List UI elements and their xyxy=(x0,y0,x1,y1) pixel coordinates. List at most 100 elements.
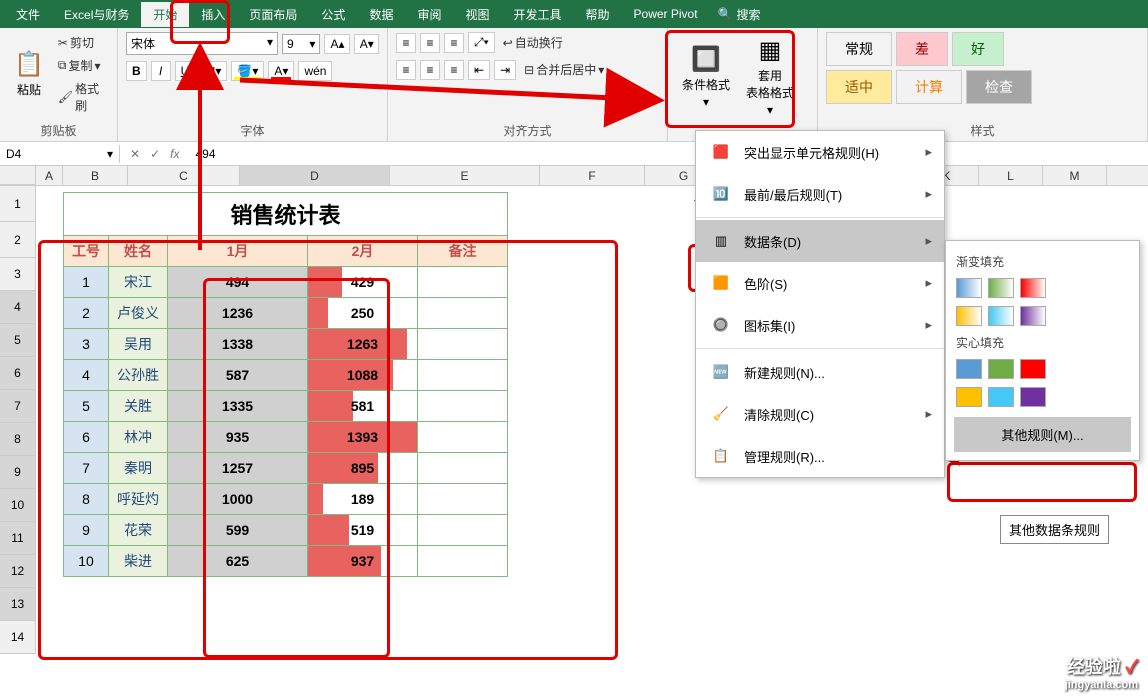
align-left-button[interactable]: ≡ xyxy=(396,60,416,80)
cell-name[interactable]: 宋江 xyxy=(109,267,168,298)
cell-month2[interactable]: 895 xyxy=(308,453,418,484)
menu-powerpivot[interactable]: Power Pivot xyxy=(622,3,710,25)
row-header[interactable]: 9 xyxy=(0,456,36,489)
italic-button[interactable]: I xyxy=(151,61,171,81)
search-box[interactable]: 🔍 搜索 xyxy=(718,6,761,23)
cell-month2[interactable]: 1088 xyxy=(308,360,418,391)
formula-input[interactable]: 494 xyxy=(189,147,221,161)
cf-clear-rules[interactable]: 🧹清除规则(C)▸ xyxy=(696,393,944,435)
cell-note[interactable] xyxy=(418,453,508,484)
db-grad-orange[interactable] xyxy=(956,306,982,326)
cell-month2[interactable]: 189 xyxy=(308,484,418,515)
cell-id[interactable]: 9 xyxy=(64,515,109,546)
db-grad-blue[interactable] xyxy=(956,278,982,298)
cell-month2[interactable]: 519 xyxy=(308,515,418,546)
cell-id[interactable]: 7 xyxy=(64,453,109,484)
row-header[interactable]: 14 xyxy=(0,621,36,654)
db-grad-green[interactable] xyxy=(988,278,1014,298)
cell-month1[interactable]: 625 xyxy=(168,546,308,577)
cf-colorscale[interactable]: 🟧色阶(S)▸ xyxy=(696,262,944,304)
db-grad-purple[interactable] xyxy=(1020,306,1046,326)
cell-month1[interactable]: 1000 xyxy=(168,484,308,515)
name-box[interactable]: D4▾ xyxy=(0,145,120,163)
row-header[interactable]: 11 xyxy=(0,522,36,555)
cell-name[interactable]: 吴用 xyxy=(109,329,168,360)
align-middle-button[interactable]: ≡ xyxy=(420,33,440,53)
cf-highlight-rules[interactable]: 🟥突出显示单元格规则(H)▸ xyxy=(696,131,944,173)
align-top-button[interactable]: ≡ xyxy=(396,33,416,53)
align-center-button[interactable]: ≡ xyxy=(420,60,440,80)
cell-month1[interactable]: 935 xyxy=(168,422,308,453)
menu-layout[interactable]: 页面布局 xyxy=(237,2,309,27)
cell-month2[interactable]: 429 xyxy=(308,267,418,298)
indent-dec-button[interactable]: ⇤ xyxy=(468,60,490,80)
wrap-text-button[interactable]: ↩自动换行 xyxy=(499,32,567,53)
row-header[interactable]: 2 xyxy=(0,222,36,258)
cell-note[interactable] xyxy=(418,391,508,422)
cell-name[interactable]: 花荣 xyxy=(109,515,168,546)
cell-month1[interactable]: 1257 xyxy=(168,453,308,484)
cell-month2[interactable]: 1263 xyxy=(308,329,418,360)
row-header[interactable]: 7 xyxy=(0,390,36,423)
cell-name[interactable]: 卢俊义 xyxy=(109,298,168,329)
paste-button[interactable]: 📋 粘贴 xyxy=(8,46,50,102)
db-grad-cyan[interactable] xyxy=(988,306,1014,326)
underline-button[interactable]: U xyxy=(175,61,196,81)
cell-note[interactable] xyxy=(418,298,508,329)
merge-center-button[interactable]: ⊟合并后居中▾ xyxy=(520,59,608,80)
cf-top-rules[interactable]: 🔟最前/最后规则(T)▸ xyxy=(696,173,944,215)
cell-month1[interactable]: 1335 xyxy=(168,391,308,422)
row-header[interactable]: 6 xyxy=(0,357,36,390)
cell-note[interactable] xyxy=(418,546,508,577)
bold-button[interactable]: B xyxy=(126,61,147,81)
cell-note[interactable] xyxy=(418,329,508,360)
cell-month2[interactable]: 937 xyxy=(308,546,418,577)
cell-name[interactable]: 关胜 xyxy=(109,391,168,422)
row-header[interactable]: 1 xyxy=(0,186,36,222)
col-l[interactable]: L xyxy=(979,166,1043,185)
format-as-table-button[interactable]: ▦ 套用 表格格式▾ xyxy=(740,32,800,121)
cell-name[interactable]: 柴进 xyxy=(109,546,168,577)
cut-button[interactable]: ✂剪切 xyxy=(54,32,109,53)
conditional-format-button[interactable]: 🔲 条件格式▾ xyxy=(676,41,736,113)
cell-note[interactable] xyxy=(418,484,508,515)
cell-id[interactable]: 3 xyxy=(64,329,109,360)
row-header[interactable]: 8 xyxy=(0,423,36,456)
cell-month1[interactable]: 1236 xyxy=(168,298,308,329)
row-header[interactable]: 3 xyxy=(0,258,36,291)
cell-month1[interactable]: 1338 xyxy=(168,329,308,360)
increase-font-button[interactable]: A▴ xyxy=(324,34,349,54)
phonetic-button[interactable]: wén xyxy=(298,61,332,81)
cf-iconset[interactable]: 🔘图标集(I)▸ xyxy=(696,304,944,346)
more-rules-button[interactable]: 其他规则(M)... xyxy=(954,417,1131,452)
db-solid-red[interactable] xyxy=(1020,359,1046,379)
col-b[interactable]: B xyxy=(63,166,128,185)
menu-home[interactable]: 开始 xyxy=(141,2,189,27)
indent-inc-button[interactable]: ⇥ xyxy=(494,60,516,80)
cell-month1[interactable]: 599 xyxy=(168,515,308,546)
confirm-icon[interactable]: ✓ xyxy=(150,147,160,161)
menu-help[interactable]: 帮助 xyxy=(574,2,622,27)
style-neutral[interactable]: 适中 xyxy=(826,70,892,104)
cf-new-rule[interactable]: 🆕新建规则(N)... xyxy=(696,351,944,393)
db-solid-purple[interactable] xyxy=(1020,387,1046,407)
col-c[interactable]: C xyxy=(128,166,240,185)
cell-note[interactable] xyxy=(418,515,508,546)
select-all-corner[interactable] xyxy=(0,166,36,185)
row-header[interactable]: 13 xyxy=(0,588,36,621)
menu-file[interactable]: 文件 xyxy=(4,2,52,27)
cell-id[interactable]: 8 xyxy=(64,484,109,515)
cell-name[interactable]: 呼延灼 xyxy=(109,484,168,515)
db-solid-orange[interactable] xyxy=(956,387,982,407)
cell-note[interactable] xyxy=(418,267,508,298)
menu-view[interactable]: 视图 xyxy=(453,2,501,27)
cell-name[interactable]: 秦明 xyxy=(109,453,168,484)
db-solid-blue[interactable] xyxy=(956,359,982,379)
cell-id[interactable]: 2 xyxy=(64,298,109,329)
col-d[interactable]: D xyxy=(240,166,390,185)
cf-manage-rules[interactable]: 📋管理规则(R)... xyxy=(696,435,944,477)
font-name-select[interactable]: 宋体▾ xyxy=(126,32,278,55)
db-solid-green[interactable] xyxy=(988,359,1014,379)
border-button[interactable]: ⊞▾ xyxy=(199,61,227,81)
cell-month1[interactable]: 494 xyxy=(168,267,308,298)
